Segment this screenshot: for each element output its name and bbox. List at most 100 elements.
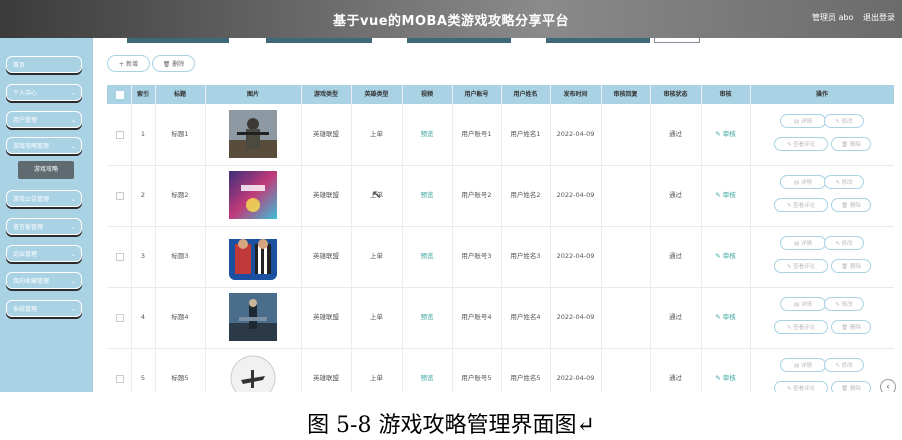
row-image	[229, 171, 277, 219]
row-game-type: 英雄联盟	[313, 313, 339, 321]
row-checkbox[interactable]	[116, 131, 124, 139]
delete-row-button[interactable]: 🗑 删除	[831, 381, 871, 392]
search-field[interactable]	[266, 38, 372, 43]
row-time: 2022-04-09	[556, 130, 595, 138]
row-account: 用户账号3	[461, 252, 492, 260]
column-divider	[601, 85, 602, 392]
sidebar-item[interactable]: 首页	[6, 56, 82, 73]
sidebar-item-label: 我的收藏管理	[13, 278, 50, 285]
column-header[interactable]: 用户姓名	[501, 85, 550, 104]
row-video-link[interactable]: 预览	[402, 165, 452, 226]
logout-link[interactable]: 退出登录	[863, 12, 895, 23]
detail-button[interactable]: ▤ 详情	[780, 175, 826, 189]
row-account: 用户账号2	[461, 191, 492, 199]
column-header[interactable]: 发布时间	[550, 85, 601, 104]
column-divider	[550, 85, 551, 392]
sidebar-subitem-game-guide[interactable]: 游戏攻略	[18, 161, 74, 179]
sidebar-item[interactable]: 游戏公告管理 ⌄	[6, 190, 82, 207]
row-audit-link[interactable]: ✎ 审核	[701, 348, 750, 392]
row-hero-type: 上单	[370, 374, 383, 382]
row-audit-link[interactable]: ✎ 审核	[701, 287, 750, 348]
detail-button[interactable]: ▤ 详情	[780, 297, 826, 311]
detail-button[interactable]: ▤ 详情	[780, 236, 826, 250]
delete-row-button[interactable]: 🗑 删除	[831, 198, 871, 212]
sidebar-item-label: 用户管理	[13, 117, 38, 124]
search-field[interactable]	[127, 38, 229, 43]
column-header[interactable]: 用户账号	[452, 85, 501, 104]
row-status: 通过	[669, 313, 682, 321]
sidebar-item[interactable]: 游戏攻略管理 ⌄	[6, 137, 82, 154]
column-header[interactable]: 英雄类型	[351, 85, 402, 104]
sidebar-item[interactable]: 用户管理 ⌄	[6, 111, 82, 128]
row-title: 标题5	[171, 374, 189, 382]
row-audit-link[interactable]: ✎ 审核	[701, 226, 750, 287]
row-image	[229, 110, 277, 158]
sidebar-item[interactable]: 我的收藏管理 ⌄	[6, 272, 82, 289]
view-comments-button[interactable]: ✎ 查看评论	[774, 259, 828, 273]
search-field[interactable]	[546, 38, 650, 43]
row-game-type: 英雄联盟	[313, 191, 339, 199]
view-comments-button[interactable]: ✎ 查看评论	[774, 320, 828, 334]
edit-button[interactable]: ✎ 修改	[824, 236, 864, 250]
column-divider	[301, 85, 302, 392]
sidebar-item[interactable]: 论坛管理 ⌄	[6, 245, 82, 262]
row-name: 用户姓名1	[510, 130, 541, 138]
sidebar-item[interactable]: 留言板管理 ⌄	[6, 218, 82, 235]
column-header[interactable]: 图片	[205, 85, 301, 104]
column-header[interactable]: 操作	[750, 85, 894, 104]
row-title: 标题2	[171, 191, 189, 199]
add-button[interactable]: + 新增	[107, 55, 150, 72]
chevron-down-icon: ⌄	[70, 306, 76, 313]
row-status: 通过	[669, 374, 682, 382]
column-header[interactable]: 审核回复	[601, 85, 650, 104]
row-status: 通过	[669, 130, 682, 138]
row-video-link[interactable]: 预览	[402, 287, 452, 348]
app-title: 基于vue的MOBA类游戏攻略分享平台	[332, 14, 569, 29]
column-header[interactable]: 索引	[131, 85, 155, 104]
view-comments-button[interactable]: ✎ 查看评论	[774, 137, 828, 151]
row-time: 2022-04-09	[556, 252, 595, 260]
row-reply	[601, 104, 650, 165]
search-button[interactable]	[654, 38, 700, 43]
detail-button[interactable]: ▤ 详情	[780, 114, 826, 128]
edit-button[interactable]: ✎ 修改	[824, 297, 864, 311]
row-hero-type: 上单	[370, 130, 383, 138]
row-checkbox[interactable]	[116, 314, 124, 322]
delete-row-button[interactable]: 🗑 删除	[831, 137, 871, 151]
row-audit-link[interactable]: ✎ 审核	[701, 165, 750, 226]
view-comments-button[interactable]: ✎ 查看评论	[774, 198, 828, 212]
row-title: 标题4	[171, 313, 189, 321]
sidebar-item[interactable]: 个人中心 ⌄	[6, 84, 82, 101]
edit-button[interactable]: ✎ 修改	[824, 175, 864, 189]
delete-row-button[interactable]: 🗑 删除	[831, 259, 871, 273]
edit-button[interactable]: ✎ 修改	[824, 114, 864, 128]
row-index: 2	[140, 191, 146, 199]
search-field[interactable]	[407, 38, 511, 43]
row-video-link[interactable]: 预览	[402, 104, 452, 165]
scroll-left-icon[interactable]: ‹	[880, 379, 896, 392]
select-all-checkbox[interactable]	[116, 91, 124, 99]
edit-button[interactable]: ✎ 修改	[824, 358, 864, 372]
row-image	[229, 232, 277, 280]
sidebar-item-label: 留言板管理	[13, 224, 44, 231]
view-comments-button[interactable]: ✎ 查看评论	[774, 381, 828, 392]
sidebar-item[interactable]: 系统管理 ⌄	[6, 300, 82, 317]
row-checkbox[interactable]	[116, 192, 124, 200]
row-title: 标题3	[171, 252, 189, 260]
column-header[interactable]: 标题	[155, 85, 205, 104]
column-header[interactable]: 审核状态	[650, 85, 701, 104]
column-header[interactable]: 审核	[701, 85, 750, 104]
delete-row-button[interactable]: 🗑 删除	[831, 320, 871, 334]
row-account: 用户账号5	[461, 374, 492, 382]
row-checkbox[interactable]	[116, 375, 124, 383]
row-checkbox[interactable]	[116, 253, 124, 261]
row-video-link[interactable]: 预览	[402, 226, 452, 287]
row-video-link[interactable]: 预览	[402, 348, 452, 392]
row-audit-link[interactable]: ✎ 审核	[701, 104, 750, 165]
row-game-type: 英雄联盟	[313, 130, 339, 138]
detail-button[interactable]: ▤ 详情	[780, 358, 826, 372]
column-header[interactable]: 视频	[402, 85, 452, 104]
column-header[interactable]: 游戏类型	[301, 85, 351, 104]
delete-button[interactable]: 🗑 删除	[152, 55, 195, 72]
row-name: 用户姓名5	[510, 374, 541, 382]
